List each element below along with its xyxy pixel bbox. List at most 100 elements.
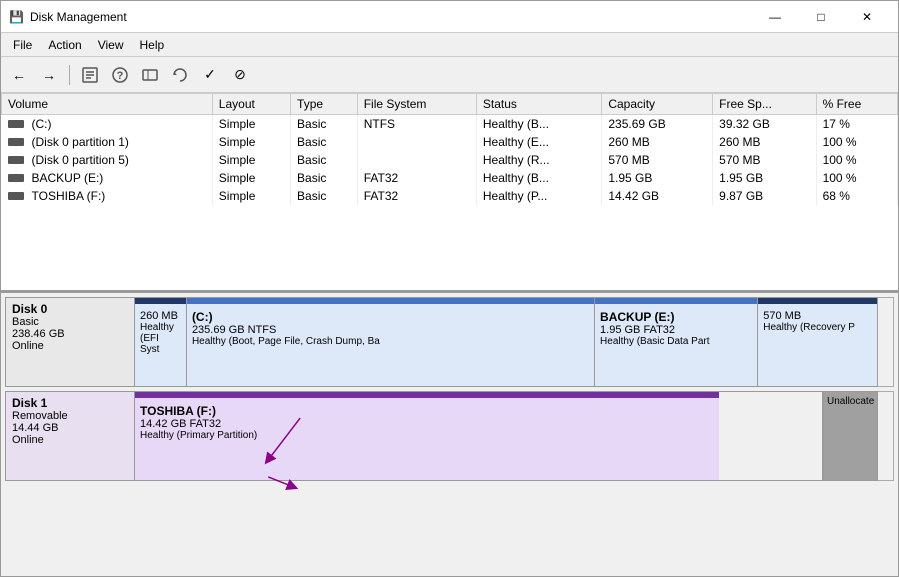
shrink-button[interactable] xyxy=(136,62,164,88)
cell-pct: 68 % xyxy=(816,187,897,205)
disk1-toshiba-content: TOSHIBA (F:) 14.42 GB FAT32 Healthy (Pri… xyxy=(140,404,714,441)
refresh-button[interactable] xyxy=(166,62,194,88)
cell-type: Basic xyxy=(291,151,358,169)
cancel-toolbar-button[interactable]: ⊘ xyxy=(226,62,254,88)
disk0-c-name: (C:) xyxy=(192,310,589,324)
close-button[interactable]: ✕ xyxy=(844,1,890,33)
graph-pane: Disk 0 Basic 238.46 GB Online 260 MB Hea… xyxy=(1,293,898,576)
cell-volume: (Disk 0 partition 5) xyxy=(2,151,213,169)
cell-layout: Simple xyxy=(212,169,290,187)
col-fs: File System xyxy=(357,94,476,115)
cell-status: Healthy (R... xyxy=(476,151,601,169)
col-volume: Volume xyxy=(2,94,213,115)
disk0-c-size: 235.69 GB NTFS xyxy=(192,324,589,336)
disk0-status: Online xyxy=(12,340,128,352)
disk0-partition-backup-content: BACKUP (E:) 1.95 GB FAT32 Healthy (Basic… xyxy=(600,310,752,347)
menu-help[interactable]: Help xyxy=(132,36,173,54)
table-row[interactable]: (Disk 0 partition 5) Simple Basic Health… xyxy=(2,151,898,169)
check-button[interactable]: ✓ xyxy=(196,62,224,88)
cell-status: Healthy (B... xyxy=(476,169,601,187)
list-pane[interactable]: Volume Layout Type File System Status Ca… xyxy=(1,93,898,293)
disk0-recovery-status: Healthy (Recovery P xyxy=(763,322,872,333)
cell-volume: TOSHIBA (F:) xyxy=(2,187,213,205)
disk0-recovery-content: 570 MB Healthy (Recovery P xyxy=(763,310,872,333)
cell-free: 9.87 GB xyxy=(713,187,816,205)
disk1-name: Disk 1 xyxy=(12,396,128,410)
cell-capacity: 1.95 GB xyxy=(602,169,713,187)
refresh-icon xyxy=(171,66,189,84)
table-row[interactable]: (Disk 0 partition 1) Simple Basic Health… xyxy=(2,133,898,151)
cell-type: Basic xyxy=(291,133,358,151)
disk0-efi-status: Healthy (EFI Syst xyxy=(140,322,181,355)
title-bar-left: 💾 Disk Management xyxy=(9,10,127,24)
disk1-toshiba-name: TOSHIBA (F:) xyxy=(140,404,714,418)
disk1-toshiba-status: Healthy (Primary Partition) xyxy=(140,430,714,441)
table-row[interactable]: TOSHIBA (F:) Simple Basic FAT32 Healthy … xyxy=(2,187,898,205)
disk0-efi-size: 260 MB xyxy=(140,310,181,322)
cell-fs: NTFS xyxy=(357,115,476,134)
disk0-partition-c-content: (C:) 235.69 GB NTFS Healthy (Boot, Page … xyxy=(192,310,589,347)
cell-fs: FAT32 xyxy=(357,187,476,205)
cell-type: Basic xyxy=(291,187,358,205)
cell-capacity: 570 MB xyxy=(602,151,713,169)
disk0-scrollbar[interactable] xyxy=(878,297,894,387)
menu-action[interactable]: Action xyxy=(40,36,89,54)
forward-button[interactable]: → xyxy=(35,62,63,88)
cell-layout: Simple xyxy=(212,133,290,151)
disk1-type: Removable xyxy=(12,410,128,422)
disk0-partition-efi[interactable]: 260 MB Healthy (EFI Syst xyxy=(135,298,187,386)
shrink-icon xyxy=(141,66,159,84)
disk0-partition-c[interactable]: (C:) 235.69 GB NTFS Healthy (Boot, Page … xyxy=(187,298,595,386)
cell-type: Basic xyxy=(291,169,358,187)
cell-fs xyxy=(357,133,476,151)
cell-status: Healthy (E... xyxy=(476,133,601,151)
disk0-partition-recovery[interactable]: 570 MB Healthy (Recovery P xyxy=(758,298,877,386)
disk0-backup-size: 1.95 GB FAT32 xyxy=(600,324,752,336)
cell-layout: Simple xyxy=(212,151,290,169)
cell-free: 1.95 GB xyxy=(713,169,816,187)
cell-layout: Simple xyxy=(212,115,290,134)
disk0-partitions: 260 MB Healthy (EFI Syst (C:) 235.69 GB … xyxy=(135,297,878,387)
back-button[interactable]: ← xyxy=(5,62,33,88)
cell-status: Healthy (B... xyxy=(476,115,601,134)
cell-pct: 17 % xyxy=(816,115,897,134)
volume-table: Volume Layout Type File System Status Ca… xyxy=(1,93,898,205)
disk0-partition-efi-content: 260 MB Healthy (EFI Syst xyxy=(140,310,181,355)
cell-free: 260 MB xyxy=(713,133,816,151)
cell-fs: FAT32 xyxy=(357,169,476,187)
disk1-size: 14.44 GB xyxy=(12,422,128,434)
cell-capacity: 235.69 GB xyxy=(602,115,713,134)
col-status: Status xyxy=(476,94,601,115)
menu-view[interactable]: View xyxy=(90,36,132,54)
cell-capacity: 260 MB xyxy=(602,133,713,151)
disk1-toshiba-size: 14.42 GB FAT32 xyxy=(140,418,714,430)
unallocated-text: Unallocate xyxy=(827,396,874,407)
help-icon: ? xyxy=(111,66,129,84)
title-bar-controls: — □ ✕ xyxy=(752,1,890,33)
maximize-button[interactable]: □ xyxy=(798,1,844,33)
disk0-c-status: Healthy (Boot, Page File, Crash Dump, Ba xyxy=(192,336,589,347)
col-type: Type xyxy=(291,94,358,115)
table-row[interactable]: BACKUP (E:) Simple Basic FAT32 Healthy (… xyxy=(2,169,898,187)
help-button[interactable]: ? xyxy=(106,62,134,88)
disk1-partitions: TOSHIBA (F:) 14.42 GB FAT32 Healthy (Pri… xyxy=(135,391,823,481)
disk0-type: Basic xyxy=(12,316,128,328)
disk0-backup-status: Healthy (Basic Data Part xyxy=(600,336,752,347)
minimize-button[interactable]: — xyxy=(752,1,798,33)
table-row[interactable]: (C:) Simple Basic NTFS Healthy (B... 235… xyxy=(2,115,898,134)
toolbar: ← → ? xyxy=(1,57,898,93)
disk0-partition-backup[interactable]: BACKUP (E:) 1.95 GB FAT32 Healthy (Basic… xyxy=(595,298,758,386)
disk1-partition-toshiba[interactable]: TOSHIBA (F:) 14.42 GB FAT32 Healthy (Pri… xyxy=(135,392,719,480)
col-free: Free Sp... xyxy=(713,94,816,115)
menu-file[interactable]: File xyxy=(5,36,40,54)
window-icon: 💾 xyxy=(9,10,24,24)
cell-volume: (Disk 0 partition 1) xyxy=(2,133,213,151)
disk1-label: Disk 1 Removable 14.44 GB Online xyxy=(5,391,135,481)
disk1-scrollbar[interactable] xyxy=(878,391,894,481)
cell-fs xyxy=(357,151,476,169)
main-content: Volume Layout Type File System Status Ca… xyxy=(1,93,898,576)
properties-button[interactable] xyxy=(76,62,104,88)
disk0-backup-name: BACKUP (E:) xyxy=(600,310,752,324)
col-capacity: Capacity xyxy=(602,94,713,115)
disk0-size: 238.46 GB xyxy=(12,328,128,340)
